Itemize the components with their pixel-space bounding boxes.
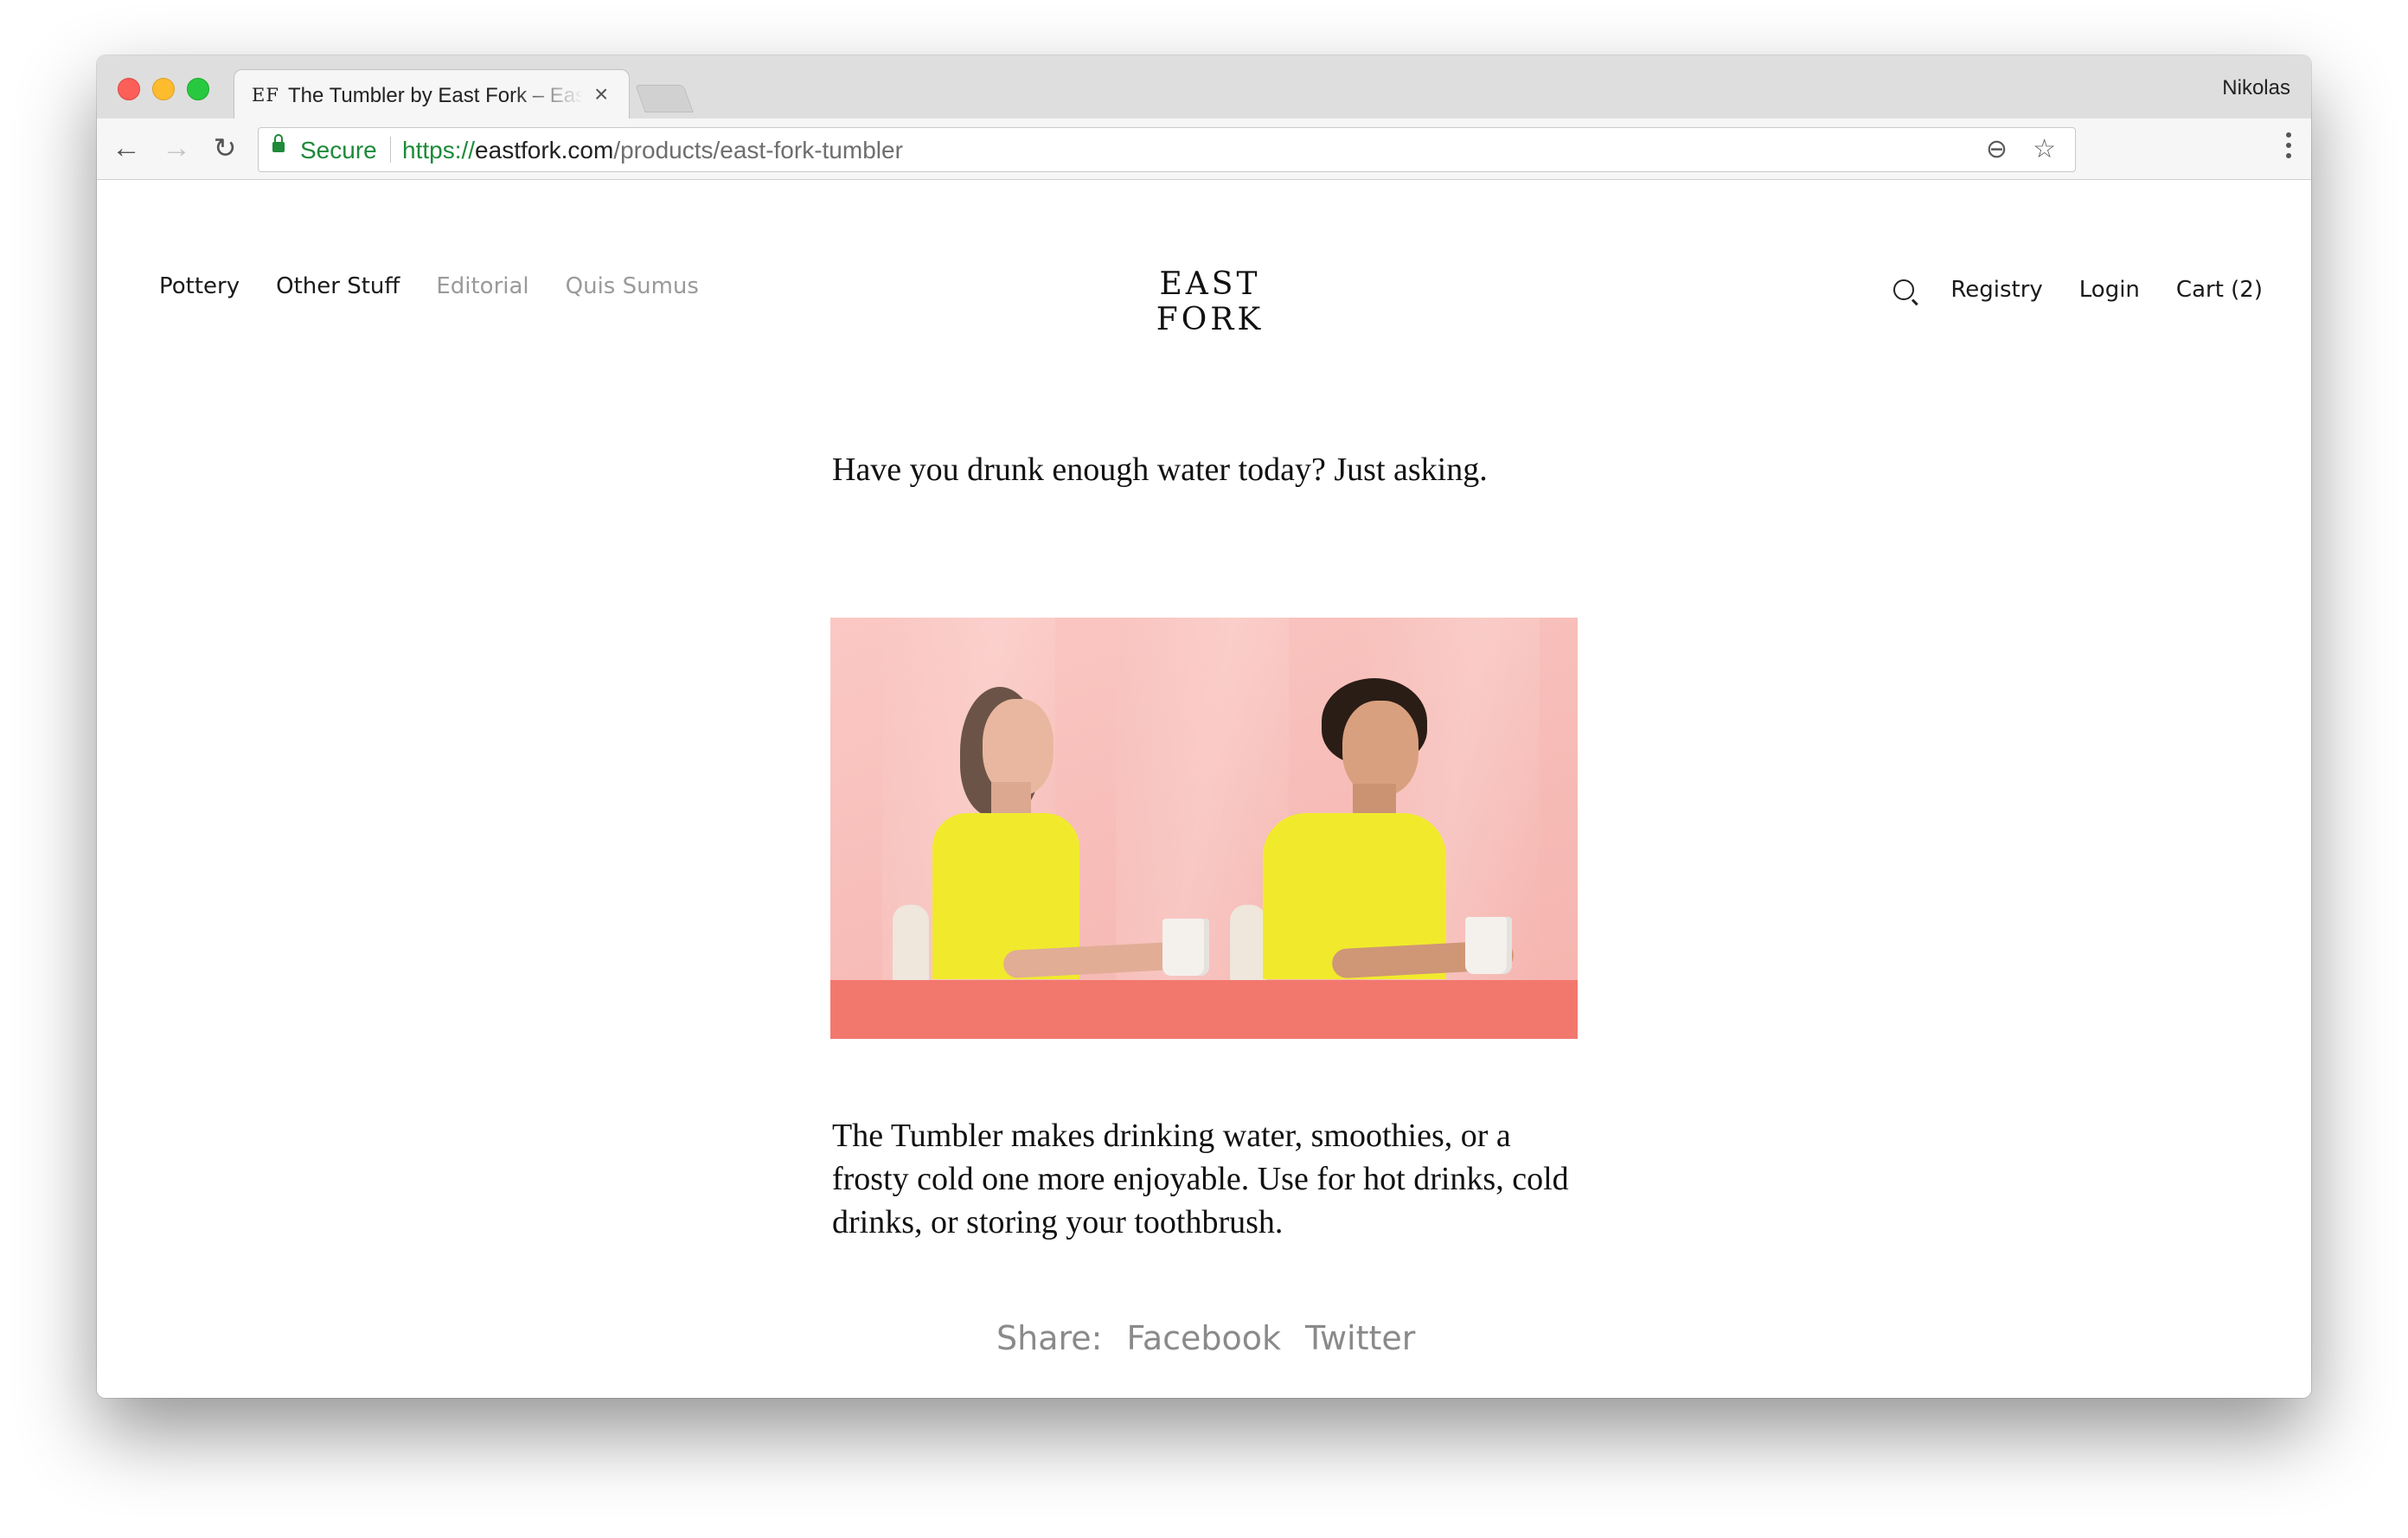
east-fork-logo[interactable]: EAST FORK [1115, 266, 1305, 337]
forward-arrow-icon[interactable]: → [161, 132, 192, 163]
url-host: eastfork.com [475, 137, 614, 163]
kebab-menu-icon[interactable] [2285, 132, 2292, 163]
web-page: Pottery Other Stuff Editorial Quis Sumus… [97, 180, 2311, 1398]
profile-name[interactable]: Nikolas [2222, 76, 2290, 100]
maximize-window-button[interactable] [187, 78, 209, 100]
nav-item-quis-sumus[interactable]: Quis Sumus [566, 273, 699, 299]
search-icon[interactable] [1893, 279, 1915, 300]
share-bar: Share: Facebook Twitter [996, 1319, 1415, 1357]
tab-title-fade [511, 79, 584, 113]
new-tab-button[interactable] [635, 85, 694, 112]
account-nav: Registry Login Cart (2) [1893, 277, 2263, 303]
back-arrow-icon[interactable]: ← [111, 132, 142, 163]
tab-close-icon[interactable]: × [594, 80, 608, 108]
nav-item-pottery[interactable]: Pottery [159, 273, 240, 299]
share-twitter-link[interactable]: Twitter [1305, 1319, 1415, 1357]
product-description: The Tumbler makes drinking water, smooth… [832, 1118, 1569, 1240]
intro-text: Have you drunk enough water today? Just … [832, 452, 1488, 488]
browser-toolbar: ← → ↻ Secure https://eastfork.com/produc… [97, 119, 2311, 180]
tab-strip: EF The Tumbler by East Fork – East Fork … [97, 55, 2311, 120]
product-photo [830, 618, 1578, 1039]
omnibox-divider [390, 137, 391, 163]
coral-table [830, 980, 1578, 1039]
close-window-button[interactable] [118, 78, 140, 100]
zoom-icon[interactable]: ⊖ [1986, 135, 2008, 164]
secure-label[interactable]: Secure [300, 137, 377, 164]
share-label: Share: [996, 1319, 1103, 1357]
tab-active[interactable]: EF The Tumbler by East Fork – East Fork … [234, 69, 630, 120]
tumbler-cup-right [1465, 917, 1512, 974]
address-bar[interactable]: Secure https://eastfork.com/products/eas… [258, 127, 2076, 172]
bookmark-star-icon[interactable]: ☆ [2033, 135, 2056, 164]
tumbler-cup-left [1162, 919, 1209, 976]
url-scheme: https:// [402, 137, 476, 163]
lock-icon[interactable] [272, 134, 285, 152]
browser-window: EF The Tumbler by East Fork – East Fork … [97, 55, 2311, 1398]
nav-item-other-stuff[interactable]: Other Stuff [276, 273, 400, 299]
url-path: /products/east-fork-tumbler [613, 137, 903, 163]
reload-icon[interactable]: ↻ [209, 132, 240, 163]
login-link[interactable]: Login [2079, 277, 2140, 303]
chair-right [1230, 905, 1266, 983]
chair-left [893, 905, 929, 983]
url-text[interactable]: https://eastfork.com/products/east-fork-… [402, 137, 903, 164]
main-nav: Pottery Other Stuff Editorial Quis Sumus [159, 273, 699, 299]
cart-link[interactable]: Cart (2) [2176, 277, 2263, 303]
favicon-icon: EF [252, 85, 279, 106]
registry-link[interactable]: Registry [1950, 277, 2042, 303]
nav-item-editorial[interactable]: Editorial [436, 273, 528, 299]
share-facebook-link[interactable]: Facebook [1126, 1319, 1281, 1357]
minimize-window-button[interactable] [152, 78, 175, 100]
